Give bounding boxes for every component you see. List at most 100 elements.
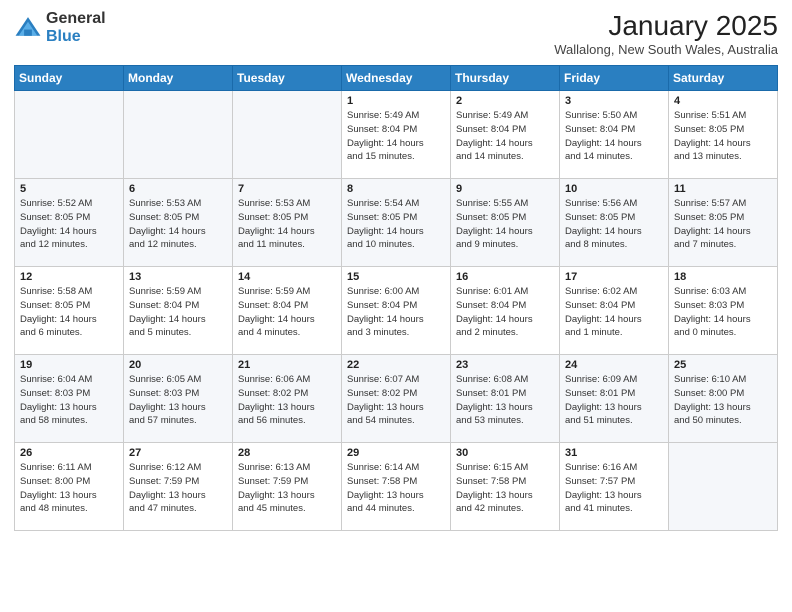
calendar-cell: 11 Sunrise: 5:57 AM Sunset: 8:05 PM Dayli… — [669, 179, 778, 267]
day-number: 29 — [347, 447, 445, 459]
calendar-cell: 22 Sunrise: 6:07 AM Sunset: 8:02 PM Dayli… — [342, 355, 451, 443]
day-info: Sunrise: 6:06 AM Sunset: 8:02 PM Dayligh… — [238, 373, 336, 428]
calendar-cell: 7Sunrise: 5:53 AM Sunset: 8:05 PM Daylig… — [233, 179, 342, 267]
calendar-cell: 29 Sunrise: 6:14 AM Sunset: 7:58 PM Dayli… — [342, 443, 451, 531]
title-block: January 2025 Wallalong, New South Wales,… — [554, 10, 778, 57]
calendar-cell: 8 Sunrise: 5:54 AM Sunset: 8:05 PM Daylig… — [342, 179, 451, 267]
day-number: 23 — [456, 359, 554, 371]
calendar-cell: 18 Sunrise: 6:03 AM Sunset: 8:03 PM Dayli… — [669, 267, 778, 355]
col-header-wednesday: Wednesday — [342, 66, 451, 91]
month-title: January 2025 — [554, 10, 778, 42]
calendar-cell: 4 Sunrise: 5:51 AM Sunset: 8:05 PM Daylig… — [669, 91, 778, 179]
day-number: 5 — [20, 183, 118, 195]
day-info: Sunrise: 5:59 AM Sunset: 8:04 PM Dayligh… — [238, 285, 336, 340]
logo: General Blue — [14, 10, 106, 45]
day-number: 25 — [674, 359, 772, 371]
calendar-cell: 24 Sunrise: 6:09 AM Sunset: 8:01 PM Dayli… — [560, 355, 669, 443]
day-number: 28 — [238, 447, 336, 459]
day-info: Sunrise: 5:59 AM Sunset: 8:04 PM Dayligh… — [129, 285, 227, 340]
day-info: Sunrise: 6:16 AM Sunset: 7:57 PM Dayligh… — [565, 461, 663, 516]
calendar-cell: 17Sunrise: 6:02 AM Sunset: 8:04 PM Dayli… — [560, 267, 669, 355]
calendar-cell: 31 Sunrise: 6:16 AM Sunset: 7:57 PM Dayli… — [560, 443, 669, 531]
header: General Blue January 2025 Wallalong, New… — [14, 10, 778, 57]
day-info: Sunrise: 6:08 AM Sunset: 8:01 PM Dayligh… — [456, 373, 554, 428]
calendar-cell: 28 Sunrise: 6:13 AM Sunset: 7:59 PM Dayli… — [233, 443, 342, 531]
day-number: 31 — [565, 447, 663, 459]
location: Wallalong, New South Wales, Australia — [554, 42, 778, 57]
day-info: Sunrise: 6:11 AM Sunset: 8:00 PM Dayligh… — [20, 461, 118, 516]
calendar-cell: 23 Sunrise: 6:08 AM Sunset: 8:01 PM Dayli… — [451, 355, 560, 443]
day-info: Sunrise: 6:03 AM Sunset: 8:03 PM Dayligh… — [674, 285, 772, 340]
calendar-week-1: 1Sunrise: 5:49 AM Sunset: 8:04 PM Daylig… — [15, 91, 778, 179]
calendar-week-2: 5Sunrise: 5:52 AM Sunset: 8:05 PM Daylig… — [15, 179, 778, 267]
day-number: 6 — [129, 183, 227, 195]
day-info: Sunrise: 6:09 AM Sunset: 8:01 PM Dayligh… — [565, 373, 663, 428]
day-number: 11 — [674, 183, 772, 195]
logo-blue-text: Blue — [46, 28, 106, 46]
day-info: Sunrise: 6:14 AM Sunset: 7:58 PM Dayligh… — [347, 461, 445, 516]
calendar-cell: 14 Sunrise: 5:59 AM Sunset: 8:04 PM Dayli… — [233, 267, 342, 355]
day-info: Sunrise: 6:05 AM Sunset: 8:03 PM Dayligh… — [129, 373, 227, 428]
day-info: Sunrise: 5:58 AM Sunset: 8:05 PM Dayligh… — [20, 285, 118, 340]
calendar-cell: 20 Sunrise: 6:05 AM Sunset: 8:03 PM Dayli… — [124, 355, 233, 443]
calendar-cell: 5Sunrise: 5:52 AM Sunset: 8:05 PM Daylig… — [15, 179, 124, 267]
day-number: 24 — [565, 359, 663, 371]
day-number: 26 — [20, 447, 118, 459]
day-number: 27 — [129, 447, 227, 459]
calendar-cell: 15Sunrise: 6:00 AM Sunset: 8:04 PM Dayli… — [342, 267, 451, 355]
calendar-cell: 3 Sunrise: 5:50 AM Sunset: 8:04 PM Daylig… — [560, 91, 669, 179]
col-header-saturday: Saturday — [669, 66, 778, 91]
col-header-sunday: Sunday — [15, 66, 124, 91]
day-info: Sunrise: 5:50 AM Sunset: 8:04 PM Dayligh… — [565, 109, 663, 164]
calendar-week-5: 26 Sunrise: 6:11 AM Sunset: 8:00 PM Dayli… — [15, 443, 778, 531]
col-header-thursday: Thursday — [451, 66, 560, 91]
calendar-cell — [233, 91, 342, 179]
day-number: 20 — [129, 359, 227, 371]
col-header-tuesday: Tuesday — [233, 66, 342, 91]
day-info: Sunrise: 5:57 AM Sunset: 8:05 PM Dayligh… — [674, 197, 772, 252]
calendar-cell: 1Sunrise: 5:49 AM Sunset: 8:04 PM Daylig… — [342, 91, 451, 179]
calendar-cell — [669, 443, 778, 531]
calendar-cell: 9Sunrise: 5:55 AM Sunset: 8:05 PM Daylig… — [451, 179, 560, 267]
day-info: Sunrise: 5:51 AM Sunset: 8:05 PM Dayligh… — [674, 109, 772, 164]
day-info: Sunrise: 6:04 AM Sunset: 8:03 PM Dayligh… — [20, 373, 118, 428]
day-number: 30 — [456, 447, 554, 459]
calendar-cell: 26 Sunrise: 6:11 AM Sunset: 8:00 PM Dayli… — [15, 443, 124, 531]
calendar-table: SundayMondayTuesdayWednesdayThursdayFrid… — [14, 65, 778, 531]
calendar-cell: 30 Sunrise: 6:15 AM Sunset: 7:58 PM Dayli… — [451, 443, 560, 531]
calendar-cell: 21 Sunrise: 6:06 AM Sunset: 8:02 PM Dayli… — [233, 355, 342, 443]
day-info: Sunrise: 6:15 AM Sunset: 7:58 PM Dayligh… — [456, 461, 554, 516]
calendar-cell — [15, 91, 124, 179]
day-number: 15 — [347, 271, 445, 283]
calendar-cell: 10Sunrise: 5:56 AM Sunset: 8:05 PM Dayli… — [560, 179, 669, 267]
day-number: 10 — [565, 183, 663, 195]
day-number: 1 — [347, 95, 445, 107]
day-info: Sunrise: 5:53 AM Sunset: 8:05 PM Dayligh… — [238, 197, 336, 252]
day-info: Sunrise: 6:13 AM Sunset: 7:59 PM Dayligh… — [238, 461, 336, 516]
day-number: 4 — [674, 95, 772, 107]
day-number: 9 — [456, 183, 554, 195]
calendar-cell: 19 Sunrise: 6:04 AM Sunset: 8:03 PM Dayli… — [15, 355, 124, 443]
calendar-cell: 25Sunrise: 6:10 AM Sunset: 8:00 PM Dayli… — [669, 355, 778, 443]
calendar-cell — [124, 91, 233, 179]
day-info: Sunrise: 6:01 AM Sunset: 8:04 PM Dayligh… — [456, 285, 554, 340]
calendar-week-4: 19 Sunrise: 6:04 AM Sunset: 8:03 PM Dayli… — [15, 355, 778, 443]
day-number: 22 — [347, 359, 445, 371]
day-info: Sunrise: 5:54 AM Sunset: 8:05 PM Dayligh… — [347, 197, 445, 252]
calendar-cell: 13Sunrise: 5:59 AM Sunset: 8:04 PM Dayli… — [124, 267, 233, 355]
calendar-cell: 6Sunrise: 5:53 AM Sunset: 8:05 PM Daylig… — [124, 179, 233, 267]
calendar-week-3: 12 Sunrise: 5:58 AM Sunset: 8:05 PM Dayli… — [15, 267, 778, 355]
day-number: 12 — [20, 271, 118, 283]
day-info: Sunrise: 6:07 AM Sunset: 8:02 PM Dayligh… — [347, 373, 445, 428]
day-number: 19 — [20, 359, 118, 371]
col-header-friday: Friday — [560, 66, 669, 91]
calendar-cell: 27Sunrise: 6:12 AM Sunset: 7:59 PM Dayli… — [124, 443, 233, 531]
calendar-cell: 2Sunrise: 5:49 AM Sunset: 8:04 PM Daylig… — [451, 91, 560, 179]
day-number: 3 — [565, 95, 663, 107]
day-number: 14 — [238, 271, 336, 283]
day-number: 21 — [238, 359, 336, 371]
calendar-cell: 16Sunrise: 6:01 AM Sunset: 8:04 PM Dayli… — [451, 267, 560, 355]
day-info: Sunrise: 6:02 AM Sunset: 8:04 PM Dayligh… — [565, 285, 663, 340]
day-number: 18 — [674, 271, 772, 283]
day-number: 8 — [347, 183, 445, 195]
